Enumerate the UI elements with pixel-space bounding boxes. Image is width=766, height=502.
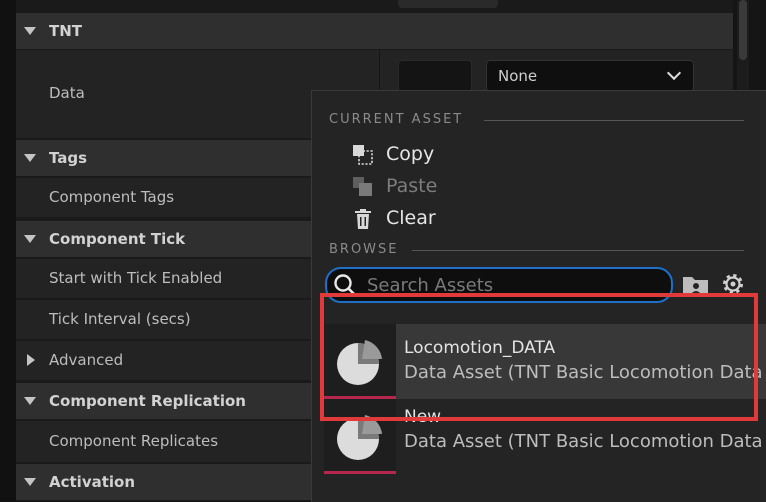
category-label: Component Replication bbox=[49, 392, 246, 410]
search-input[interactable] bbox=[367, 269, 657, 301]
category-label: Activation bbox=[49, 473, 136, 491]
property-label: Component Tags bbox=[49, 188, 175, 206]
asset-type-color-bar bbox=[324, 471, 396, 474]
browse-header: BROWSE bbox=[329, 242, 399, 257]
property-label: Tick Interval (secs) bbox=[49, 310, 191, 328]
top-value-box[interactable] bbox=[398, 0, 498, 8]
copy-label: Copy bbox=[386, 143, 435, 165]
category-label: Component Tick bbox=[49, 230, 186, 248]
asset-type: Data Asset (TNT Basic Locomotion Data bbox=[404, 431, 763, 452]
copy-icon bbox=[353, 145, 373, 165]
collapse-arrow-icon[interactable] bbox=[24, 397, 36, 405]
asset-thumbnail bbox=[324, 324, 396, 399]
asset-name: New bbox=[404, 407, 442, 427]
asset-thumbnail bbox=[324, 399, 396, 474]
section-divider bbox=[412, 250, 744, 251]
trash-icon bbox=[355, 209, 371, 229]
paste-label: Paste bbox=[386, 175, 438, 197]
asset-text: New Data Asset (TNT Basic Locomotion Dat… bbox=[396, 399, 766, 474]
category-label: Tags bbox=[49, 149, 88, 167]
asset-type: Data Asset (TNT Basic Locomotion Data bbox=[404, 362, 763, 383]
folder-icon[interactable] bbox=[682, 273, 710, 297]
current-asset-header: CURRENT ASSET bbox=[329, 112, 464, 127]
gear-icon[interactable] bbox=[720, 271, 746, 297]
asset-item-new[interactable]: New Data Asset (TNT Basic Locomotion Dat… bbox=[324, 399, 766, 474]
category-label: TNT bbox=[49, 22, 83, 40]
section-divider bbox=[484, 120, 744, 121]
category-label: Advanced bbox=[49, 351, 124, 369]
data-asset-combo[interactable]: None bbox=[486, 60, 694, 92]
property-label-data: Data bbox=[49, 84, 85, 102]
left-gutter bbox=[0, 0, 16, 501]
collapse-arrow-icon[interactable] bbox=[24, 27, 36, 35]
collapse-arrow-icon[interactable] bbox=[24, 478, 36, 486]
property-label: Start with Tick Enabled bbox=[49, 269, 223, 287]
collapse-arrow-icon[interactable] bbox=[24, 154, 36, 162]
data-asset-icon bbox=[337, 340, 382, 385]
paste-icon bbox=[353, 177, 372, 196]
copy-menu-item[interactable]: Copy bbox=[352, 139, 652, 169]
data-asset-icon bbox=[337, 415, 382, 460]
asset-text: Locomotion_DATA Data Asset (TNT Basic Lo… bbox=[396, 324, 766, 399]
search-assets-field[interactable] bbox=[325, 267, 673, 303]
expand-arrow-icon[interactable] bbox=[27, 354, 35, 366]
asset-item-locomotion-data[interactable]: Locomotion_DATA Data Asset (TNT Basic Lo… bbox=[324, 324, 766, 399]
clear-menu-item[interactable]: Clear bbox=[352, 203, 652, 233]
paste-menu-item[interactable]: Paste bbox=[352, 171, 652, 201]
asset-picker-popup: CURRENT ASSET Copy Paste Clear BROWSE Se… bbox=[311, 90, 766, 502]
chevron-down-icon bbox=[666, 65, 682, 81]
asset-name: Locomotion_DATA bbox=[404, 338, 556, 358]
combo-value: None bbox=[498, 67, 538, 85]
scrollbar-thumb[interactable] bbox=[739, 0, 747, 60]
search-icon bbox=[334, 274, 356, 296]
category-tnt[interactable]: TNT bbox=[16, 13, 733, 49]
property-label: Component Replicates bbox=[49, 432, 219, 450]
clear-label: Clear bbox=[386, 207, 436, 229]
collapse-arrow-icon[interactable] bbox=[24, 235, 36, 243]
